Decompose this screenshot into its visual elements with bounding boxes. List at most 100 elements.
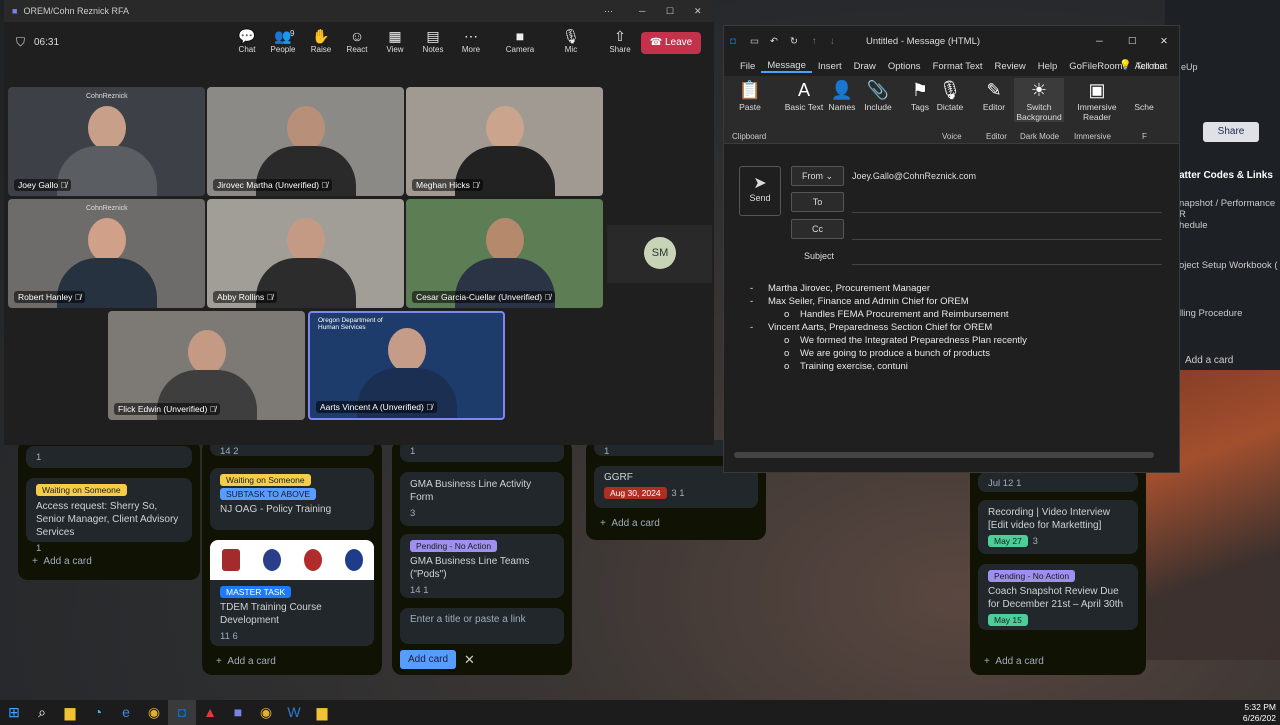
tell-me[interactable]: Tell me	[1136, 61, 1165, 71]
to-field[interactable]	[852, 212, 1162, 213]
subject-field[interactable]	[852, 264, 1162, 265]
participant-name: Abby Rollins 🎙̸	[213, 291, 277, 303]
ribbon-immersive-reader[interactable]: ▣ Immersive Reader	[1072, 78, 1122, 122]
people-icon: 👥	[274, 28, 292, 44]
mic-muted-icon: 🎙̸	[209, 404, 217, 414]
dictate-icon: 🎙	[938, 80, 962, 100]
search-icon[interactable]: ⌕	[28, 700, 56, 725]
card[interactable]: Waiting on Someone SUBTASK TO ABOVE NJ O…	[210, 468, 374, 530]
card[interactable]: Recording | Video Interview [Edit video …	[978, 500, 1138, 554]
video-tile[interactable]: CohnReznick Joey Gallo 🎙̸	[8, 87, 205, 196]
control-more[interactable]: ⋯ More	[452, 27, 490, 54]
control-share[interactable]: ⇧ Share	[601, 27, 639, 54]
panel-add-card[interactable]: Add a card	[1185, 355, 1233, 366]
internet-explorer-icon[interactable]: e	[112, 700, 140, 725]
send-button[interactable]: ➤ Send	[739, 166, 781, 216]
card[interactable]: MASTER TASK TDEM Training Course Develop…	[210, 540, 374, 646]
video-tile[interactable]: Meghan Hicks 🎙̸	[406, 87, 603, 196]
card[interactable]: Pending - No Action Coach Snapshot Revie…	[978, 564, 1138, 630]
to-button[interactable]: To	[791, 192, 844, 212]
new-card-input[interactable]: Enter a title or paste a link	[400, 608, 564, 644]
windows-start-icon[interactable]: ⊞	[0, 700, 28, 725]
ribbon-basic-text[interactable]: A Basic Text	[784, 78, 824, 112]
add-card-button[interactable]: + Add a card	[984, 656, 1044, 667]
clock[interactable]: 5:32 PM 6/26/202	[1243, 702, 1276, 724]
ribbon-include[interactable]: 📎 Include	[858, 78, 898, 112]
control-notes[interactable]: ▤ Notes	[414, 27, 452, 54]
tab-message[interactable]: Message	[761, 60, 812, 73]
outlook-taskbar-icon[interactable]: ◘	[168, 700, 196, 725]
ribbon-tabs: File Message Insert Draw Options Format Text R…	[724, 56, 1179, 76]
card[interactable]: Jul 12 1	[978, 472, 1138, 492]
video-tile[interactable]: Flick Edwin (Unverified) 🎙̸	[108, 311, 305, 420]
maximize-icon[interactable]: ☐	[666, 6, 674, 17]
ribbon-dictate[interactable]: 🎙 Dictate	[930, 78, 970, 112]
video-tile[interactable]: Oregon Department of Human Services Aarts…	[308, 311, 505, 420]
tab-options[interactable]: Options	[882, 61, 927, 72]
ribbon-sche[interactable]: Sche	[1124, 78, 1164, 112]
word-icon[interactable]: W	[280, 700, 308, 725]
close-icon[interactable]: ✕	[464, 652, 475, 668]
more-icon[interactable]: ⋯	[604, 6, 613, 17]
add-card-submit-button[interactable]: Add card	[400, 650, 457, 669]
control-raise[interactable]: ✋ Raise	[302, 27, 340, 54]
cc-button[interactable]: Cc	[791, 219, 844, 239]
cc-field[interactable]	[852, 239, 1162, 240]
message-body[interactable]: - Martha Jirovec, Procurement Manager - Max…	[750, 283, 1027, 374]
video-tile[interactable]: Jirovec Martha (Unverified) 🎙̸	[207, 87, 404, 196]
control-camera[interactable]: ■ Camera	[501, 27, 539, 54]
tab-file[interactable]: File	[734, 61, 761, 72]
add-card-button[interactable]: + Add a card	[600, 518, 660, 529]
control-chat[interactable]: 💬 Chat	[228, 27, 266, 54]
chrome-icon[interactable]: ◉	[140, 700, 168, 725]
ribbon-editor[interactable]: ✎ Editor	[974, 78, 1014, 112]
panel-item[interactable]: napshot / Performance R hedule	[1179, 198, 1280, 231]
add-card-button[interactable]: + Add a card	[216, 656, 276, 667]
save-icon[interactable]: ▭	[750, 36, 759, 47]
tab-help[interactable]: Help	[1032, 61, 1064, 72]
folder-icon[interactable]: ▆	[308, 700, 336, 725]
leave-button[interactable]: ☎ Leave	[641, 32, 701, 54]
maximize-icon[interactable]: ☐	[1128, 36, 1137, 47]
ribbon-switch-background[interactable]: ☀ Switch Background	[1014, 78, 1064, 122]
chrome-alt-icon[interactable]: ◉	[252, 700, 280, 725]
tab-format-text[interactable]: Format Text	[927, 61, 989, 72]
video-tile[interactable]: Abby Rollins 🎙̸	[207, 199, 404, 308]
video-tile[interactable]: CohnReznick Robert Hanley 🎙̸	[8, 199, 205, 308]
control-people[interactable]: 👥 People 9	[264, 27, 302, 54]
close-icon[interactable]: ✕	[694, 6, 702, 17]
edge-icon[interactable]: ◔	[84, 700, 112, 725]
file-explorer-icon[interactable]: ▆	[56, 700, 84, 725]
teams-taskbar-icon[interactable]: ■	[224, 700, 252, 725]
share-button[interactable]: Share	[1203, 122, 1259, 142]
tab-insert[interactable]: Insert	[812, 61, 848, 72]
control-mic[interactable]: 🎙 Mic	[552, 27, 590, 54]
ribbon-paste[interactable]: 📋 Paste	[730, 78, 770, 112]
down-icon[interactable]: ↓	[830, 36, 835, 47]
close-icon[interactable]: ✕	[1160, 36, 1168, 47]
control-view[interactable]: ▦ View	[376, 27, 414, 54]
tab-draw[interactable]: Draw	[848, 61, 882, 72]
panel-item[interactable]: oject Setup Workbook (	[1179, 260, 1278, 271]
add-card-button[interactable]: + Add a card	[32, 556, 92, 567]
card[interactable]: Waiting on Someone Access request: Sherr…	[26, 478, 192, 554]
acrobat-icon[interactable]: ▲	[196, 700, 224, 725]
redo-icon[interactable]: ↻	[790, 36, 798, 47]
tab-review[interactable]: Review	[989, 61, 1032, 72]
ribbon-names[interactable]: 👤 Names	[822, 78, 862, 112]
panel-item[interactable]: lling Procedure	[1179, 308, 1242, 319]
card[interactable]: GMA Business Line Activity Form 3	[400, 472, 564, 526]
minimize-icon[interactable]: ─	[639, 6, 645, 16]
video-tile[interactable]: Cesar Garcia-Cuellar (Unverified) 🎙̸	[406, 199, 603, 308]
from-button[interactable]: From ⌄	[791, 166, 844, 186]
tell-me-icon[interactable]: 💡	[1119, 60, 1131, 71]
card[interactable]: Pending - No Action GMA Business Line Te…	[400, 534, 564, 598]
browser-tab[interactable]: eUp	[1181, 62, 1198, 72]
card-cover-image	[210, 540, 374, 580]
minimize-icon[interactable]: ─	[1096, 36, 1103, 47]
undo-icon[interactable]: ↶	[770, 36, 778, 47]
up-icon[interactable]: ↑	[812, 36, 817, 47]
card[interactable]: 1	[26, 446, 192, 468]
control-react[interactable]: ☺ React	[338, 27, 376, 54]
horizontal-scrollbar[interactable]	[734, 452, 1154, 458]
